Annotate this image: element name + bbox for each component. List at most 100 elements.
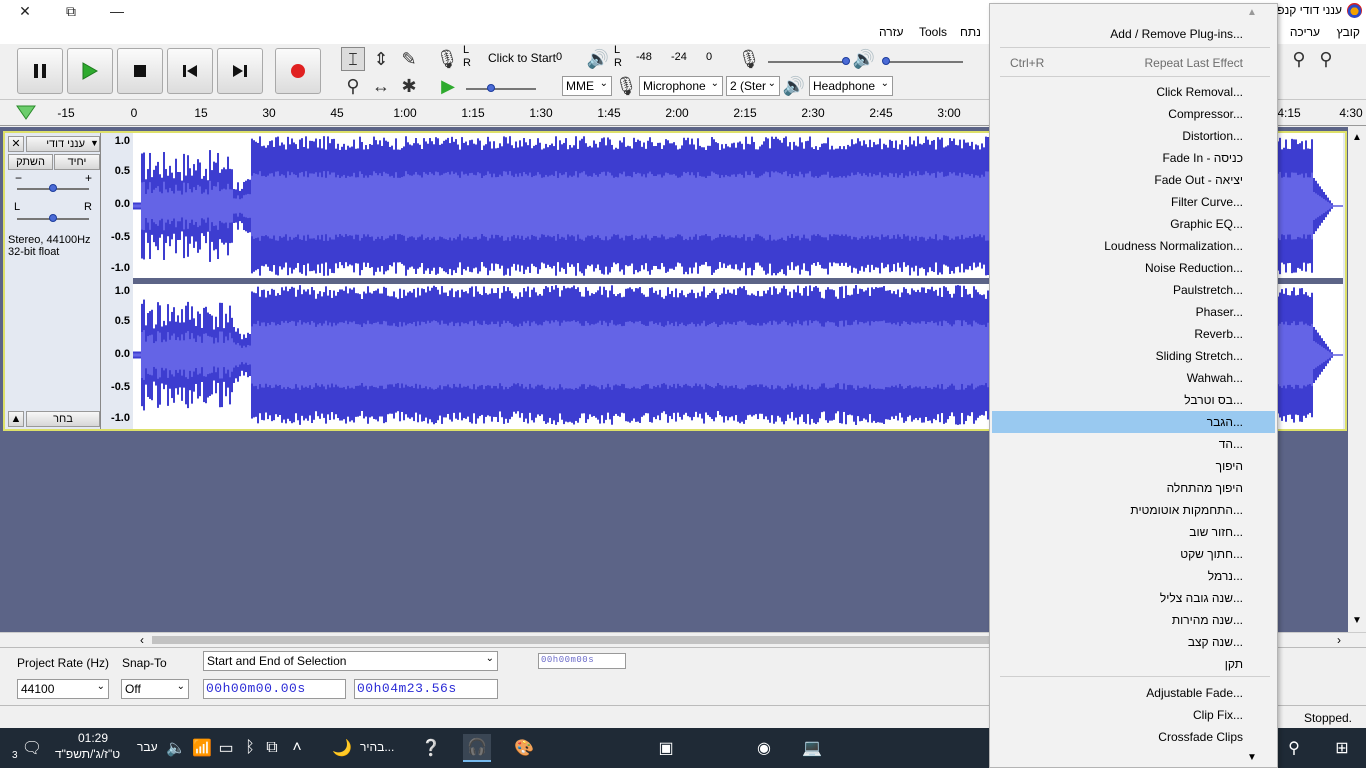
vertical-scrollbar[interactable]: ▲ ▼ [1348, 127, 1366, 632]
playback-volume-slider[interactable] [885, 61, 963, 63]
selection-mode-select[interactable]: Start and End of Selection ⌄ [203, 651, 498, 671]
record-button[interactable] [275, 48, 321, 94]
channels-select[interactable]: 2 (Ster ⌄ [726, 76, 780, 96]
effect-menu-item[interactable]: Repeat Last Effect Ctrl+R [992, 52, 1275, 74]
menu-analyze[interactable]: נתח [960, 25, 981, 39]
output-device-select[interactable]: Headphone ⌄ [809, 76, 893, 96]
search-icon[interactable]: ⚲ [1280, 734, 1308, 762]
clock-date[interactable]: ט"ז/ג'/תשפ"ד [55, 747, 120, 761]
effect-menu-item[interactable]: Wahwah... [992, 367, 1275, 389]
effect-menu-item[interactable]: Reverb... [992, 323, 1275, 345]
effect-menu-item[interactable]: Add / Remove Plug-ins... [992, 23, 1275, 45]
play-button[interactable] [67, 48, 113, 94]
effect-menu-item[interactable]: Filter Curve... [992, 191, 1275, 213]
paint-icon[interactable]: 🎨 [510, 734, 538, 762]
video-icon[interactable]: ▣ [652, 734, 680, 762]
effect-menu-item[interactable]: חזור שוב... [992, 521, 1275, 543]
effect-menu-item[interactable]: Compressor... [992, 103, 1275, 125]
volume-icon[interactable]: 🔈 [162, 734, 190, 762]
play-speed-slider[interactable] [466, 88, 536, 90]
scroll-right-icon[interactable]: › [1337, 633, 1341, 647]
effect-menu-item[interactable]: Clip Fix... [992, 704, 1275, 726]
effect-menu-item[interactable]: Crossfade Clips [992, 726, 1275, 748]
zoom-in-icon[interactable]: ⚲ [1287, 47, 1311, 71]
notification-icon[interactable]: 🗨 [18, 734, 46, 762]
windows-start-icon[interactable]: ⊞ [1328, 734, 1356, 762]
clock-time[interactable]: 01:29 [78, 731, 108, 745]
scroll-down-icon[interactable]: ▼ [1352, 615, 1362, 626]
display-icon[interactable]: ⧉ [258, 734, 286, 762]
restore-button[interactable]: ⧉ [48, 0, 94, 22]
effect-menu-item[interactable]: חתוך שקט... [992, 543, 1275, 565]
play-at-speed-icon[interactable]: ▶ [436, 74, 460, 98]
menu-tools[interactable]: Tools [919, 25, 947, 39]
selection-start-time[interactable]: 00h00m00.00s [203, 679, 346, 699]
laptop-icon[interactable]: 💻 [798, 734, 826, 762]
effect-menu-item[interactable]: שנה מהירות... [992, 609, 1275, 631]
select-track-button[interactable]: בחר [26, 411, 100, 427]
recording-volume-slider[interactable] [768, 61, 846, 63]
effect-menu-item[interactable]: Phaser... [992, 301, 1275, 323]
record-meter-hint[interactable]: Click to Start [488, 51, 556, 65]
effect-menu-item[interactable]: Fade In - כניסה [992, 147, 1275, 169]
solo-button[interactable]: יחיד [54, 154, 100, 170]
audacity-taskbar-icon[interactable]: 🎧 [463, 734, 491, 762]
effect-menu-item[interactable]: נרמל... [992, 565, 1275, 587]
skip-end-button[interactable] [217, 48, 263, 94]
playback-volume-knob[interactable] [882, 57, 890, 65]
selection-end-time[interactable]: 00h04m23.56s [354, 679, 498, 699]
effect-menu-item[interactable]: תקן [992, 653, 1275, 675]
effect-menu-item[interactable]: Paulstretch... [992, 279, 1275, 301]
input-device-select[interactable]: Microphone ⌄ [639, 76, 723, 96]
effect-menu-item[interactable]: Adjustable Fade... [992, 682, 1275, 704]
skip-start-button[interactable] [167, 48, 213, 94]
chrome-icon[interactable]: ◉ [750, 734, 778, 762]
close-button[interactable]: ✕ [2, 0, 48, 22]
minimize-button[interactable]: — [94, 0, 140, 22]
envelope-tool[interactable]: ⇕ [369, 47, 393, 71]
pan-slider-knob[interactable] [49, 214, 57, 222]
scroll-up-icon[interactable]: ▲ [1352, 132, 1362, 143]
track-name-menu[interactable]: ענני דודי קנפ [26, 136, 100, 164]
mute-button[interactable]: השתק [8, 154, 53, 170]
menu-scroll-down-icon[interactable]: ▼ [1247, 752, 1257, 763]
play-speed-knob[interactable] [487, 84, 495, 92]
effect-menu-item[interactable]: Sliding Stretch... [992, 345, 1275, 367]
chevron-up-icon[interactable]: ˄ [283, 734, 311, 762]
menu-scroll-up-icon[interactable]: ▲ [1247, 7, 1257, 18]
effect-menu-item[interactable]: בס וטרבל... [992, 389, 1275, 411]
effect-menu-item[interactable]: Loudness Normalization... [992, 235, 1275, 257]
selection-tool[interactable]: 𝙸 [341, 47, 365, 71]
help-icon[interactable]: ❔ [417, 734, 445, 762]
weather-label[interactable]: בהיר... [360, 740, 394, 754]
audio-position-time[interactable]: 00h00m00s [538, 653, 626, 669]
effect-menu-item[interactable]: היפוך [992, 455, 1275, 477]
gain-slider-knob[interactable] [49, 184, 57, 192]
effect-menu-item[interactable]: שנה קצב... [992, 631, 1275, 653]
effect-menu-item[interactable]: Noise Reduction... [992, 257, 1275, 279]
scroll-thumb[interactable] [152, 636, 992, 644]
effect-menu-item[interactable]: Click Removal... [992, 81, 1275, 103]
track-close-button[interactable]: ✕ [8, 136, 24, 152]
recording-volume-knob[interactable] [842, 57, 850, 65]
scroll-left-icon[interactable]: ‹ [140, 633, 144, 647]
stop-button[interactable] [117, 48, 163, 94]
zoom-tool[interactable]: ⚲ [341, 74, 365, 98]
pause-button[interactable] [17, 48, 63, 94]
project-rate-select[interactable]: 44100 ⌄ [17, 679, 109, 699]
menu-file[interactable]: קובץ [1337, 25, 1360, 39]
effect-menu-item[interactable]: הגבר... [992, 411, 1275, 433]
collapse-track-button[interactable]: ▲ [8, 411, 24, 427]
effect-menu-item[interactable]: שנה גובה צליל... [992, 587, 1275, 609]
zoom-fit-icon[interactable]: ⚲ [1314, 47, 1338, 71]
audio-host-select[interactable]: MME ⌄ [562, 76, 612, 96]
effect-menu-item[interactable]: הד... [992, 433, 1275, 455]
menu-help[interactable]: עזרה [879, 25, 904, 39]
multi-tool[interactable]: ✱ [397, 74, 421, 98]
weather-icon[interactable]: 🌙 [328, 734, 356, 762]
effect-menu-item[interactable]: היפוך מהתחלה [992, 477, 1275, 499]
menu-edit[interactable]: עריכה [1290, 25, 1320, 39]
effect-menu-item[interactable]: התחמקות אוטומטית... [992, 499, 1275, 521]
effect-menu-item[interactable]: Distortion... [992, 125, 1275, 147]
timeshift-tool[interactable]: ↔ [369, 74, 393, 98]
